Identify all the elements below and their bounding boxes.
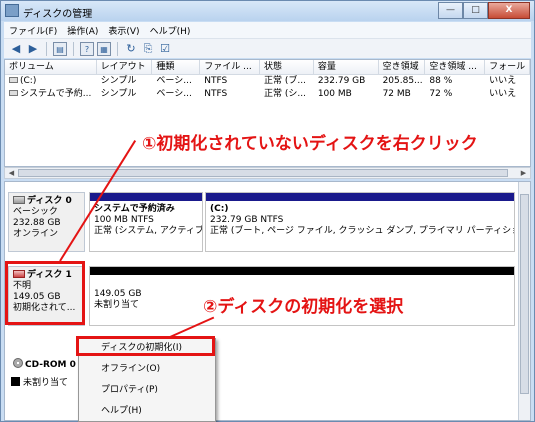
- free-percent-cell: 72 %: [429, 89, 453, 99]
- partition-bar: [90, 267, 514, 275]
- window-controls: — □ X: [438, 2, 530, 19]
- forward-icon[interactable]: ▶: [26, 42, 40, 56]
- legend-label: 未割り当て: [23, 378, 69, 388]
- menu-item-help[interactable]: ヘルプ(H): [79, 402, 215, 422]
- disk-status: オンライン: [13, 229, 59, 239]
- column-type[interactable]: 種類: [152, 60, 201, 74]
- disk-name: ディスク 0: [27, 196, 72, 206]
- partition-status: 正常 (システム, アクティブ: [94, 226, 202, 236]
- type-cell: ベーシ...: [156, 76, 192, 86]
- disk-1-highlight: [5, 261, 85, 325]
- menu-view[interactable]: 表示(V): [103, 24, 144, 37]
- partition-size: 100 MB NTFS: [94, 215, 154, 225]
- layout-cell: シンプル: [100, 76, 137, 86]
- annotation-step-1: ①初期化されていないディスクを右クリック: [142, 134, 478, 154]
- table-row[interactable]: システムで予約... シンプル ベーシ... NTFS 正常 (シ... 100…: [5, 88, 530, 101]
- export-icon[interactable]: ⎘: [141, 42, 155, 56]
- toolbar-separator: [117, 41, 118, 56]
- menu-bar: ファイル(F) 操作(A) 表示(V) ヘルプ(H): [4, 22, 531, 38]
- minimize-button[interactable]: —: [438, 2, 463, 19]
- annotation-step-2: ②ディスクの初期化を選択: [203, 297, 404, 317]
- menu-item-properties[interactable]: プロパティ(P): [79, 381, 215, 402]
- free-space-cell: 72 MB: [382, 89, 411, 99]
- fault-tolerance-cell: いいえ: [489, 89, 517, 99]
- window-title: ディスクの管理: [23, 9, 93, 20]
- filesystem-cell: NTFS: [204, 76, 228, 86]
- partition-bar: [90, 193, 202, 201]
- free-space-cell: 205.85...: [382, 76, 423, 86]
- cd-rom-icon: [13, 358, 23, 368]
- column-filesystem[interactable]: ファイル ...: [200, 60, 261, 74]
- partition-size: 232.79 GB NTFS: [210, 215, 284, 225]
- back-icon[interactable]: ◀: [9, 42, 23, 56]
- column-free-percent[interactable]: 空き領域 ...: [425, 60, 486, 74]
- type-cell: ベーシ...: [156, 89, 192, 99]
- scroll-left-icon[interactable]: ◀: [6, 168, 17, 178]
- menu-action[interactable]: 操作(A): [62, 24, 103, 37]
- status-cell: 正常 (ブ...: [264, 76, 306, 86]
- free-percent-cell: 88 %: [429, 76, 453, 86]
- column-fault-tolerance[interactable]: フォール: [485, 60, 530, 74]
- toolbar: ◀ ▶ ▤ ? ▦ ↻ ⎘ ☑: [4, 38, 531, 58]
- column-free-space[interactable]: 空き領域: [379, 60, 426, 74]
- scrollbar-thumb[interactable]: [520, 194, 529, 394]
- maximize-button[interactable]: □: [463, 2, 488, 19]
- toolbar-separator: [46, 41, 47, 56]
- layout-cell: シンプル: [100, 89, 137, 99]
- volume-icon: [9, 90, 18, 96]
- menu-item-offline[interactable]: オフライン(O): [79, 360, 215, 381]
- properties-icon[interactable]: ▦: [97, 41, 111, 56]
- column-status[interactable]: 状態: [260, 60, 314, 74]
- title-bar[interactable]: ディスクの管理 — □ X: [1, 1, 534, 21]
- partition-c-drive[interactable]: (C:) 232.79 GB NTFS 正常 (ブート, ページ ファイル, ク…: [205, 192, 515, 252]
- legend: 未割り当て: [11, 375, 68, 388]
- column-volume[interactable]: ボリューム: [5, 60, 97, 74]
- partition-title: システムで予約済み: [94, 204, 175, 214]
- disk-0-label[interactable]: ディスク 0 ベーシック 232.88 GB オンライン: [8, 192, 85, 252]
- disk-size: 232.88 GB: [13, 218, 61, 228]
- partition-system-reserved[interactable]: システムで予約済み 100 MB NTFS 正常 (システム, アクティブ: [89, 192, 203, 252]
- console-tree-icon[interactable]: ▤: [53, 41, 67, 56]
- volume-cell: システムで予約...: [5, 88, 97, 101]
- refresh-icon[interactable]: ↻: [124, 42, 138, 56]
- hard-disk-icon: [13, 196, 25, 204]
- horizontal-scrollbar[interactable]: ◀ ▶: [4, 167, 531, 179]
- volume-cell: (C:): [5, 75, 97, 88]
- legend-swatch: [11, 377, 20, 386]
- help-icon[interactable]: ?: [80, 41, 94, 56]
- partition-bar: [206, 193, 514, 201]
- column-layout[interactable]: レイアウト: [97, 60, 153, 74]
- initialize-highlight: [76, 336, 215, 356]
- disk-management-app-icon: [5, 4, 19, 17]
- disk-name: CD-ROM 0: [25, 360, 76, 370]
- volume-list-header: ボリューム レイアウト 種類 ファイル ... 状態 容量 空き領域 空き領域 …: [5, 60, 530, 75]
- filesystem-cell: NTFS: [204, 89, 228, 99]
- capacity-cell: 100 MB: [317, 89, 352, 99]
- toolbar-separator: [73, 41, 74, 56]
- volume-icon: [9, 77, 18, 83]
- partition-status: 正常 (ブート, ページ ファイル, クラッシュ ダンプ, プライマリ パーティ…: [210, 226, 514, 236]
- menu-file[interactable]: ファイル(F): [4, 24, 62, 37]
- table-row[interactable]: (C:) シンプル ベーシ... NTFS 正常 (ブ... 232.79 GB…: [5, 75, 530, 88]
- settings-icon[interactable]: ☑: [158, 42, 172, 56]
- capacity-cell: 232.79 GB: [317, 76, 366, 86]
- column-capacity[interactable]: 容量: [314, 60, 379, 74]
- cdrom-0-label[interactable]: CD-ROM 0: [13, 358, 76, 370]
- close-button[interactable]: X: [488, 2, 530, 19]
- disk-type: ベーシック: [13, 207, 58, 217]
- scrollbar-thumb[interactable]: [18, 169, 508, 177]
- partition-title: (C:): [210, 204, 229, 214]
- status-cell: 正常 (シ...: [264, 89, 306, 99]
- fault-tolerance-cell: いいえ: [489, 76, 517, 86]
- vertical-scrollbar[interactable]: [518, 182, 530, 420]
- scroll-right-icon[interactable]: ▶: [518, 168, 529, 178]
- menu-help[interactable]: ヘルプ(H): [145, 24, 196, 37]
